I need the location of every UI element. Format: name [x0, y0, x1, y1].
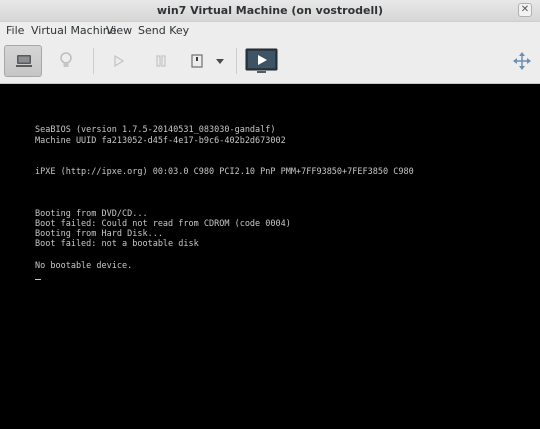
toolbar	[0, 40, 540, 84]
menu-view[interactable]: View	[106, 24, 132, 37]
menu-bar: File Virtual Machine View Send Key	[0, 22, 540, 40]
vm-console-display[interactable]: SeaBIOS (version 1.7.5-20140531_083030-g…	[0, 84, 540, 429]
pause-icon	[156, 55, 166, 67]
monitor-icon	[16, 55, 32, 67]
boot-failed-disk-line: Boot failed: not a bootable disk	[35, 239, 199, 249]
menu-virtual-machine[interactable]: Virtual Machine	[31, 24, 117, 37]
run-button[interactable]	[104, 45, 132, 77]
pause-button[interactable]	[147, 45, 175, 77]
no-bootable-device-line: No bootable device.	[35, 261, 133, 271]
resize-to-vm-button[interactable]	[509, 45, 535, 77]
close-button[interactable]: ✕	[518, 3, 532, 17]
show-console-button[interactable]	[4, 45, 42, 77]
vm-viewer-window: win7 Virtual Machine (on vostrodell) ✕ F…	[0, 0, 540, 429]
play-icon	[114, 54, 125, 68]
window-title: win7 Virtual Machine (on vostrodell)	[156, 4, 384, 17]
ipxe-line: iPXE (http://ipxe.org) 00:03.0 C980 PCI2…	[35, 167, 414, 177]
show-details-button[interactable]	[52, 45, 80, 77]
menu-file[interactable]: File	[6, 24, 24, 37]
title-bar[interactable]: win7 Virtual Machine (on vostrodell) ✕	[0, 0, 540, 22]
shutdown-button[interactable]	[184, 45, 210, 77]
text-cursor	[35, 279, 41, 280]
toolbar-separator	[236, 48, 237, 74]
bios-version-line: SeaBIOS (version 1.7.5-20140531_083030-g…	[35, 125, 276, 135]
dropdown-icon	[216, 59, 224, 64]
toolbar-separator	[93, 48, 94, 74]
console-display-icon	[245, 48, 278, 73]
fullscreen-button[interactable]	[243, 45, 281, 77]
machine-uuid-line: Machine UUID fa213052-d45f-4e17-b9c6-402…	[35, 136, 286, 146]
lightbulb-icon	[60, 52, 72, 67]
close-icon: ✕	[520, 4, 530, 15]
move-arrows-icon	[513, 52, 531, 70]
menu-send-key[interactable]: Send Key	[138, 24, 189, 37]
shutdown-menu-button[interactable]	[212, 45, 228, 77]
power-icon	[191, 54, 203, 68]
